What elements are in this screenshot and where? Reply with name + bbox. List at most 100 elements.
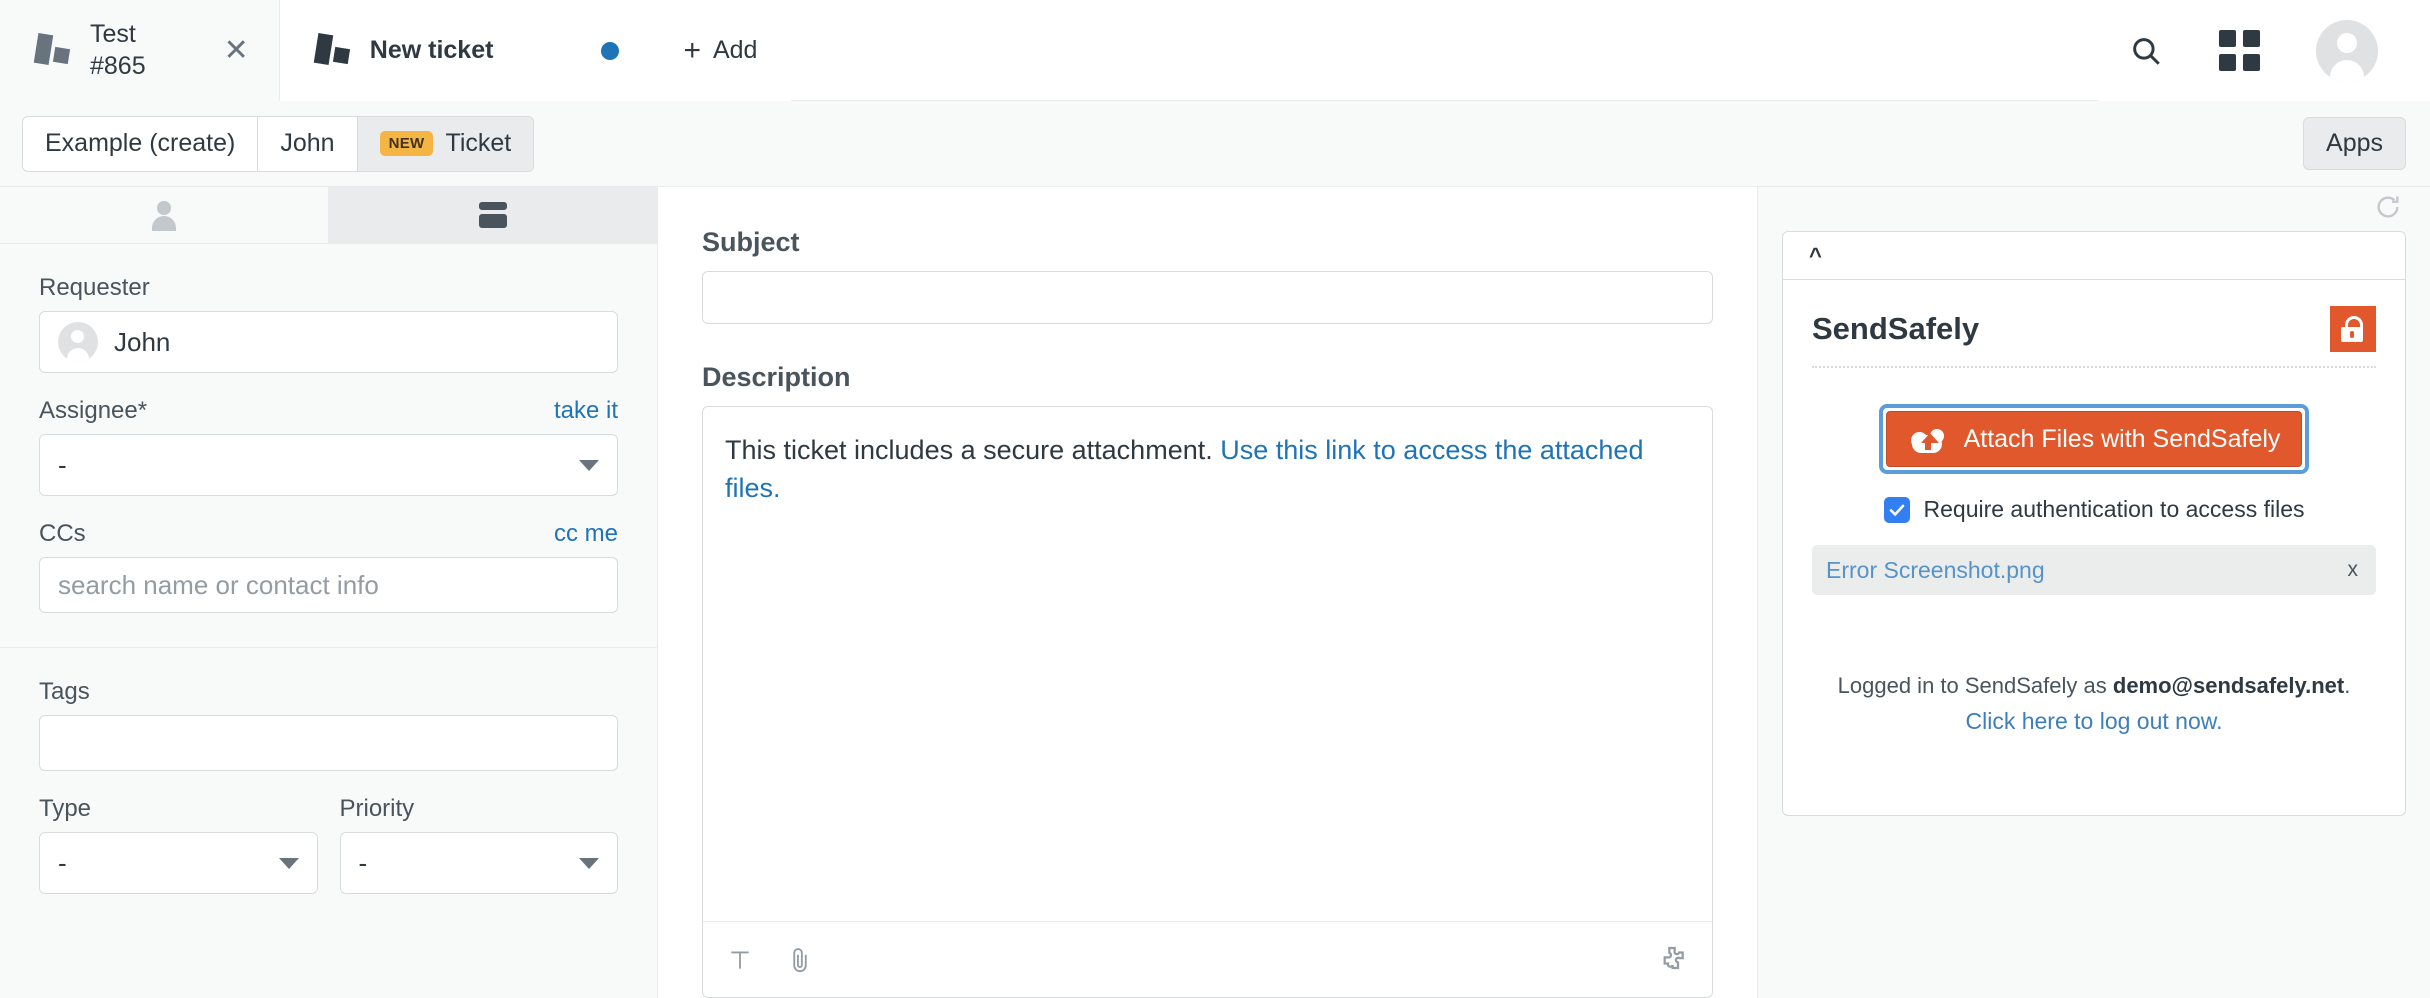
zendesk-ticket-icon: [314, 34, 352, 68]
assignee-select[interactable]: -: [39, 434, 618, 496]
breadcrumb: Example (create) John NEW Ticket: [22, 116, 534, 172]
require-auth-label: Require authentication to access files: [1924, 496, 2305, 523]
add-tab-button[interactable]: + Add: [649, 0, 791, 101]
description-toolbar: [703, 921, 1712, 997]
apps-button[interactable]: Apps: [2303, 117, 2406, 170]
login-status-prefix: Logged in to SendSafely as: [1838, 673, 2113, 698]
assignee-field: Assignee* take it -: [39, 397, 618, 496]
description-text: This ticket includes a secure attachment…: [725, 435, 1220, 465]
breadcrumb-item-john[interactable]: John: [257, 117, 356, 171]
ticket-tab-test[interactable]: Test #865 ✕: [0, 0, 279, 101]
breadcrumb-label: John: [280, 129, 334, 158]
require-auth-row: Require authentication to access files: [1812, 496, 2376, 523]
apps-sidebar: ^ SendSafely Attach Files with Se: [1758, 187, 2430, 998]
require-auth-checkbox[interactable]: [1884, 497, 1910, 523]
ticket-icon: [479, 202, 507, 228]
sidebar-tab-ticket[interactable]: [328, 187, 657, 243]
login-status-suffix: .: [2344, 673, 2350, 698]
add-tab-label: Add: [713, 36, 757, 65]
subject-label: Subject: [702, 227, 1713, 258]
attached-file-name[interactable]: Error Screenshot.png: [1826, 557, 2045, 584]
lock-icon: [2330, 306, 2376, 352]
cc-me-link[interactable]: cc me: [554, 520, 618, 548]
type-field: Type -: [39, 795, 318, 894]
ccs-label: CCs: [39, 520, 86, 548]
priority-label: Priority: [340, 795, 415, 823]
app-card-collapse-header[interactable]: ^: [1783, 232, 2405, 280]
description-label: Description: [702, 362, 1713, 393]
chevron-down-icon: [579, 460, 599, 471]
ticket-tab-new-ticket[interactable]: New ticket: [279, 0, 650, 101]
sidebar-section-attributes: Tags Type - Priority: [0, 648, 657, 928]
app-card-body: SendSafely Attach Files with SendSafely: [1783, 280, 2405, 815]
type-select[interactable]: -: [39, 832, 318, 894]
user-avatar[interactable]: [2316, 20, 2378, 82]
close-icon[interactable]: ✕: [164, 36, 249, 66]
ccs-placeholder: search name or contact info: [58, 570, 379, 601]
subject-input[interactable]: [702, 271, 1713, 324]
person-icon: [151, 201, 177, 229]
topbar-spacer: [791, 0, 2099, 100]
ticket-compose-panel: Subject Description This ticket includes…: [658, 187, 1758, 998]
sendsafely-app-card: ^ SendSafely Attach Files with Se: [1782, 231, 2406, 816]
login-status: Logged in to SendSafely as demo@sendsafe…: [1812, 673, 2376, 699]
ccs-field: CCs cc me search name or contact info: [39, 520, 618, 613]
priority-select[interactable]: -: [340, 832, 619, 894]
sidebar-tab-user[interactable]: [0, 187, 328, 243]
cloud-upload-icon: [1908, 425, 1948, 453]
requester-value: John: [114, 327, 170, 358]
tags-field: Tags: [39, 678, 618, 771]
attach-files-button[interactable]: Attach Files with SendSafely: [1886, 411, 2302, 467]
logout-link[interactable]: Click here to log out now.: [1812, 708, 2376, 735]
avatar: [58, 322, 98, 362]
login-status-email: demo@sendsafely.net: [2113, 673, 2344, 698]
requester-field: Requester John: [39, 274, 618, 373]
tab-title: Test: [90, 19, 146, 50]
plus-icon: +: [683, 36, 701, 66]
priority-field: Priority -: [340, 795, 619, 894]
breadcrumb-item-example[interactable]: Example (create): [23, 117, 257, 171]
app-title: SendSafely: [1812, 311, 1979, 347]
ccs-input[interactable]: search name or contact info: [39, 557, 618, 613]
search-icon[interactable]: [2129, 34, 2163, 68]
type-value: -: [58, 848, 67, 879]
tab-title: New ticket: [370, 35, 494, 66]
chevron-down-icon: [279, 858, 299, 869]
topbar-actions: [2099, 0, 2430, 101]
breadcrumb-label: Ticket: [445, 129, 511, 158]
top-tab-bar: Test #865 ✕ New ticket + Add: [0, 0, 2430, 101]
chevron-down-icon: [579, 858, 599, 869]
attach-button-focus-ring: Attach Files with SendSafely: [1879, 404, 2309, 474]
grid-icon[interactable]: [2219, 30, 2260, 71]
puzzle-piece-icon[interactable]: [1656, 944, 1688, 976]
refresh-row: [1782, 187, 2406, 231]
chevron-up-icon[interactable]: ^: [1809, 245, 1822, 267]
text-format-icon[interactable]: [727, 947, 753, 973]
type-label: Type: [39, 795, 91, 823]
sidebar-section-people: Requester John Assignee* take it -: [0, 244, 657, 648]
refresh-icon[interactable]: [2374, 193, 2402, 226]
priority-value: -: [359, 848, 368, 879]
type-priority-row: Type - Priority -: [39, 795, 618, 894]
assignee-value: -: [58, 450, 67, 481]
requester-label: Requester: [39, 274, 150, 302]
attached-file-row: Error Screenshot.png x: [1812, 545, 2376, 595]
take-it-link[interactable]: take it: [554, 397, 618, 425]
tags-label: Tags: [39, 678, 90, 706]
remove-file-icon[interactable]: x: [2348, 558, 2359, 582]
unsaved-dot-icon: [601, 42, 619, 60]
card-tail-space: [1812, 735, 2376, 779]
breadcrumb-bar: Example (create) John NEW Ticket Apps: [0, 101, 2430, 187]
requester-input[interactable]: John: [39, 311, 618, 373]
description-body[interactable]: This ticket includes a secure attachment…: [703, 407, 1712, 921]
description-editor[interactable]: This ticket includes a secure attachment…: [702, 406, 1713, 998]
tags-input[interactable]: [39, 715, 618, 771]
breadcrumb-label: Example (create): [45, 129, 235, 158]
sendsafely-title-row: SendSafely: [1812, 306, 2376, 368]
breadcrumb-item-ticket[interactable]: NEW Ticket: [357, 117, 534, 171]
ticket-properties-sidebar: Requester John Assignee* take it -: [0, 187, 658, 998]
assignee-label: Assignee*: [39, 397, 147, 425]
attach-files-label: Attach Files with SendSafely: [1964, 425, 2281, 454]
paperclip-icon[interactable]: [787, 945, 813, 975]
zendesk-ticket-icon: [34, 34, 72, 68]
